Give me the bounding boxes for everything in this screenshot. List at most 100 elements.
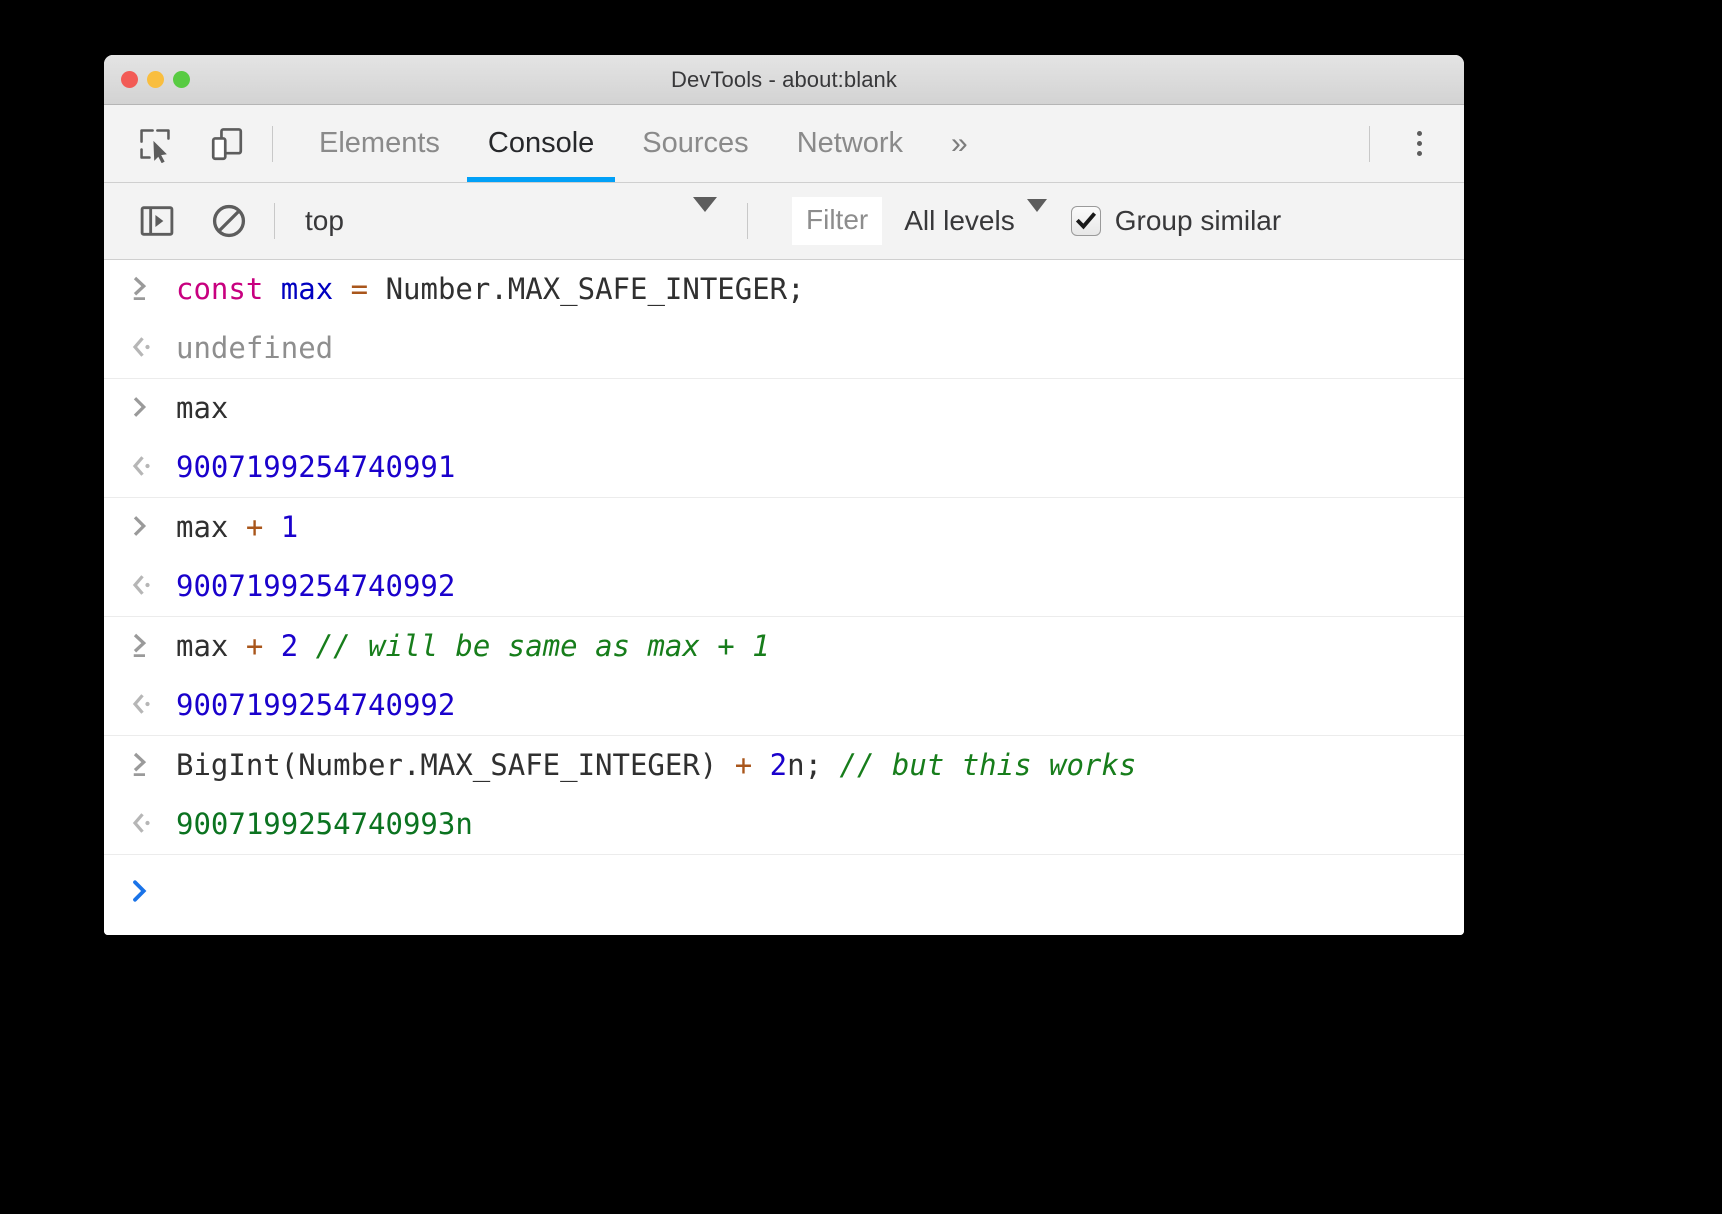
console-toolbar: top Filter All levels Group similar	[104, 183, 1464, 260]
code-token: 2	[770, 748, 787, 782]
result-arrow-icon	[104, 327, 176, 362]
clear-console-icon[interactable]	[206, 199, 252, 243]
chevron-down-icon-levels	[1027, 212, 1047, 230]
console-result-row: undefined	[104, 319, 1464, 378]
console-result-row: 9007199254740992	[104, 676, 1464, 735]
console-command-text: max + 2 // will be same as max + 1	[176, 625, 790, 667]
code-token: +	[735, 748, 752, 782]
code-token: n;	[787, 748, 839, 782]
group-similar-toggle[interactable]: Group similar	[1071, 205, 1281, 237]
console-message-group: max + 1 9007199254740992	[104, 498, 1464, 617]
code-token	[263, 510, 280, 544]
log-level-label: All levels	[904, 205, 1014, 237]
zoom-window-button[interactable]	[173, 71, 190, 88]
console-command-text: max + 1	[176, 506, 318, 548]
show-console-sidebar-icon[interactable]	[134, 199, 180, 243]
code-token: // but this works	[840, 748, 1137, 782]
code-token: max	[176, 391, 228, 425]
code-token	[298, 629, 315, 663]
code-token: undefined	[176, 331, 333, 365]
console-command-text: BigInt(Number.MAX_SAFE_INTEGER) + 2n; //…	[176, 744, 1156, 786]
code-token: 9007199254740992	[176, 688, 455, 722]
code-token: +	[246, 629, 263, 663]
execution-context-selector[interactable]: top	[305, 205, 725, 237]
code-token	[263, 272, 280, 306]
code-token	[263, 629, 280, 663]
console-command-row: max	[104, 379, 1464, 438]
command-chevron-icon	[104, 744, 176, 779]
console-message-group: BigInt(Number.MAX_SAFE_INTEGER) + 2n; //…	[104, 736, 1464, 855]
window-title: DevTools - about:blank	[104, 67, 1464, 93]
code-token: const	[176, 272, 263, 306]
code-token: max	[176, 510, 246, 544]
inspect-element-icon[interactable]	[132, 122, 178, 166]
execution-context-label: top	[305, 205, 344, 237]
console-result-text: 9007199254740992	[176, 565, 475, 607]
code-token: max	[176, 629, 246, 663]
devtools-tab-bar: Elements Console Sources Network »	[104, 105, 1464, 183]
device-toolbar-icon[interactable]	[204, 122, 250, 166]
code-token: 1	[281, 510, 298, 544]
command-chevron-icon	[104, 268, 176, 303]
console-message-list[interactable]: const max = Number.MAX_SAFE_INTEGER;unde…	[104, 260, 1464, 935]
group-similar-checkbox[interactable]	[1071, 206, 1101, 236]
console-message-group: const max = Number.MAX_SAFE_INTEGER;unde…	[104, 260, 1464, 379]
code-token: BigInt(Number.MAX_SAFE_INTEGER)	[176, 748, 735, 782]
result-arrow-icon	[104, 446, 176, 481]
code-token: Number.MAX_SAFE_INTEGER;	[368, 272, 805, 306]
console-command-row: max + 1	[104, 498, 1464, 557]
result-arrow-icon	[104, 803, 176, 838]
console-result-row: 9007199254740993n	[104, 795, 1464, 854]
log-level-selector[interactable]: All levels	[904, 205, 1046, 237]
command-chevron-icon	[104, 506, 176, 541]
console-command-row: max + 2 // will be same as max + 1	[104, 617, 1464, 676]
code-token: // will be same as max + 1	[316, 629, 770, 663]
console-message-group: max 9007199254740991	[104, 379, 1464, 498]
console-result-row: 9007199254740992	[104, 557, 1464, 616]
tab-console[interactable]: Console	[464, 105, 618, 182]
code-token: 9007199254740993n	[176, 807, 473, 841]
toolbar-divider	[272, 126, 273, 162]
traffic-lights	[121, 71, 190, 88]
more-tabs-chevron-icon[interactable]: »	[927, 105, 992, 182]
toolbar-divider-right	[1369, 126, 1370, 162]
console-toolbar-divider-2	[747, 203, 748, 239]
console-input-row[interactable]	[104, 855, 1464, 915]
console-command-text: max	[176, 387, 248, 429]
chevron-down-icon	[693, 212, 717, 230]
tab-elements[interactable]: Elements	[295, 105, 464, 182]
devtools-window: DevTools - about:blank Elements Console …	[104, 55, 1464, 935]
code-token: 2	[281, 629, 298, 663]
console-toolbar-divider	[274, 203, 275, 239]
group-similar-label: Group similar	[1115, 205, 1281, 237]
console-result-text: 9007199254740992	[176, 684, 475, 726]
tab-bar-right-controls	[1347, 105, 1464, 182]
title-bar: DevTools - about:blank	[104, 55, 1464, 105]
result-arrow-icon	[104, 565, 176, 600]
console-result-text: undefined	[176, 327, 353, 369]
filter-input[interactable]: Filter	[792, 197, 882, 245]
command-chevron-icon	[104, 387, 176, 422]
code-token	[333, 272, 350, 306]
console-command-text: const max = Number.MAX_SAFE_INTEGER;	[176, 268, 825, 310]
console-command-row: BigInt(Number.MAX_SAFE_INTEGER) + 2n; //…	[104, 736, 1464, 795]
tab-sources[interactable]: Sources	[618, 105, 772, 182]
kebab-menu-icon[interactable]	[1392, 122, 1446, 166]
code-token: 9007199254740992	[176, 569, 455, 603]
command-chevron-icon	[104, 625, 176, 660]
code-token: max	[281, 272, 333, 306]
result-arrow-icon	[104, 684, 176, 719]
code-token: =	[351, 272, 368, 306]
console-message-group: max + 2 // will be same as max + 1 900719…	[104, 617, 1464, 736]
close-window-button[interactable]	[121, 71, 138, 88]
code-token	[752, 748, 769, 782]
minimize-window-button[interactable]	[147, 71, 164, 88]
code-token: 9007199254740991	[176, 450, 455, 484]
tab-network[interactable]: Network	[773, 105, 927, 182]
console-result-text: 9007199254740993n	[176, 803, 493, 845]
panel-tabs: Elements Console Sources Network »	[295, 105, 992, 182]
console-result-text: 9007199254740991	[176, 446, 475, 488]
console-command-row: const max = Number.MAX_SAFE_INTEGER;	[104, 260, 1464, 319]
code-token: +	[246, 510, 263, 544]
prompt-chevron-icon	[104, 871, 176, 906]
